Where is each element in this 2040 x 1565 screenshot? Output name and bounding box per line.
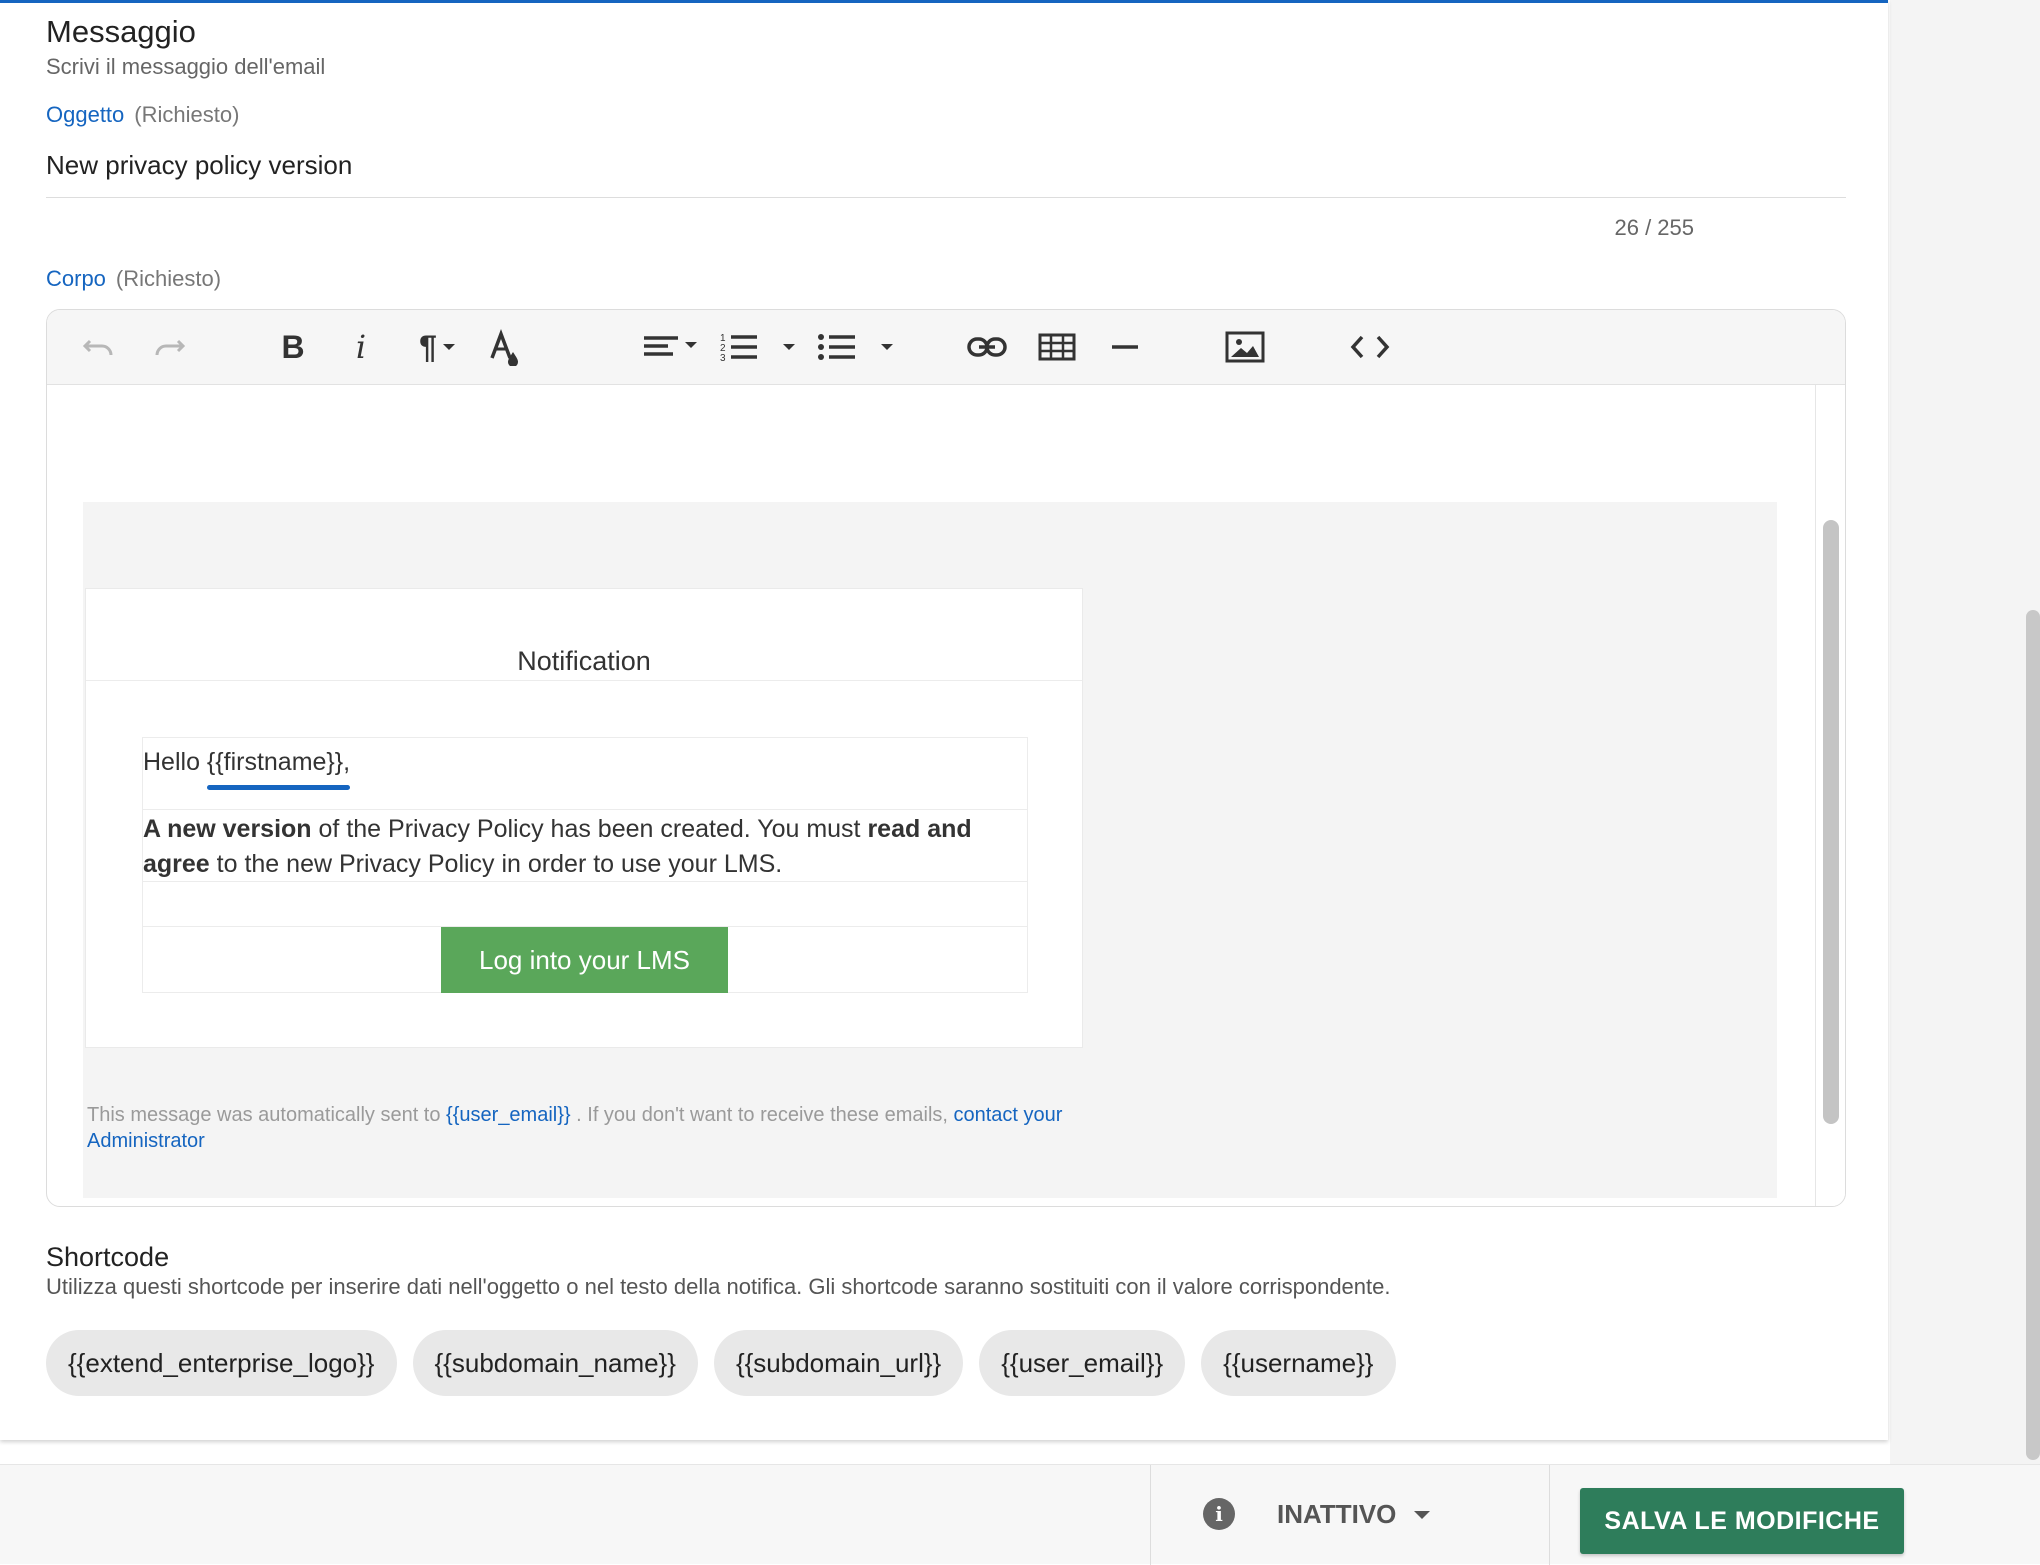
status-dropdown[interactable]: INATTIVO: [1277, 1499, 1396, 1530]
bold-icon[interactable]: B: [275, 324, 311, 370]
subject-char-counter: 26 / 255: [1614, 215, 1694, 240]
font-color-icon[interactable]: [483, 324, 523, 370]
action-bar: i INATTIVO SALVA LE MODIFICHE: [0, 1464, 2040, 1565]
editor-scrollbar[interactable]: [1823, 520, 1839, 1124]
align-icon[interactable]: [641, 324, 703, 370]
svg-text:3: 3: [720, 353, 726, 363]
redo-icon[interactable]: [149, 324, 189, 370]
message-paragraph[interactable]: A new version of the Privacy Policy has …: [143, 812, 1023, 882]
user-email-placeholder: {{user_email}}: [446, 1104, 571, 1126]
page-scrollbar[interactable]: [2026, 610, 2040, 1460]
footer-middle: . If you don't want to receive these ema…: [570, 1104, 954, 1126]
ordered-list-icon[interactable]: 123: [719, 324, 803, 370]
email-body-table: Hello {{firstname}}, A new version of th…: [142, 737, 1028, 993]
undo-icon[interactable]: [79, 324, 119, 370]
subject-required: (Richiesto): [134, 102, 240, 127]
info-icon[interactable]: i: [1203, 1498, 1235, 1530]
email-header: Notification: [517, 646, 651, 676]
shortcode-chip-subdomain-name[interactable]: {{subdomain_name}}: [412, 1330, 698, 1396]
code-view-icon[interactable]: [1347, 324, 1393, 370]
message-card: Messaggio Scrivi il messaggio dell'email…: [0, 0, 1888, 1440]
paragraph-icon[interactable]: ¶: [409, 324, 467, 370]
chevron-down-icon[interactable]: [1414, 1511, 1430, 1519]
subject-label-text: Oggetto: [46, 102, 125, 127]
shortcode-chip-user-email[interactable]: {{user_email}}: [979, 1330, 1186, 1396]
subject-input[interactable]: New privacy policy version: [46, 150, 352, 181]
editor-toolbar: B i ¶ 123: [47, 310, 1845, 385]
unordered-list-icon[interactable]: [817, 324, 901, 370]
table-icon[interactable]: [1035, 324, 1079, 370]
footer-prefix: This message was automatically sent to: [87, 1104, 447, 1126]
shortcode-chip-username[interactable]: {{username}}: [1201, 1330, 1396, 1396]
login-button[interactable]: Log into your LMS: [441, 927, 728, 993]
email-header-divider: [86, 680, 1082, 681]
shortcode-chip-extend-enterprise-logo[interactable]: {{extend_enterprise_logo}}: [46, 1330, 397, 1396]
body-label-text: Corpo: [46, 266, 106, 291]
greeting-prefix: Hello: [143, 748, 207, 776]
subject-label: Oggetto (Richiesto): [46, 102, 239, 128]
shortcode-description: Utilizza questi shortcode per inserire d…: [46, 1274, 1391, 1299]
paragraph-glyph: ¶: [419, 328, 437, 365]
shortcode-title: Shortcode: [46, 1242, 170, 1272]
status-section: i INATTIVO: [1150, 1465, 1550, 1565]
email-content-box: Notification Hello {{firstname}}, A new …: [85, 588, 1083, 1048]
body-label: Corpo (Richiesto): [46, 266, 221, 292]
para-text-2: to the new Privacy Policy in order to us…: [209, 850, 783, 878]
link-icon[interactable]: [965, 324, 1009, 370]
save-button[interactable]: SALVA LE MODIFICHE: [1580, 1488, 1904, 1554]
horizontal-rule-icon[interactable]: [1107, 324, 1143, 370]
shortcode-chip-subdomain-url[interactable]: {{subdomain_url}}: [713, 1330, 964, 1396]
greeting-row: Hello {{firstname}},: [143, 738, 1027, 810]
image-icon[interactable]: [1223, 324, 1267, 370]
subject-underline: [46, 197, 1846, 198]
spacer-row: [143, 882, 1027, 927]
email-preview: Notification Hello {{firstname}}, A new …: [83, 502, 1777, 1198]
shortcode-chips: {{extend_enterprise_logo}} {{subdomain_n…: [46, 1330, 1396, 1396]
body-required: (Richiesto): [115, 266, 222, 291]
top-accent-line: [0, 0, 1888, 3]
para-bold-1: A new version: [143, 815, 312, 843]
section-title: Messaggio: [46, 14, 196, 49]
firstname-placeholder: {{firstname}},: [206, 748, 351, 776]
section-subtitle: Scrivi il messaggio dell'email: [46, 54, 326, 79]
para-text-1: of the Privacy Policy has been created. …: [311, 815, 868, 843]
rich-text-editor: B i ¶ 123 Notification Hello {{firstname…: [46, 309, 1846, 1207]
message-row: A new version of the Privacy Policy has …: [143, 810, 1027, 882]
email-footer: This message was automatically sent to {…: [87, 1102, 1087, 1154]
greeting[interactable]: Hello {{firstname}},: [143, 748, 350, 777]
page-side-background: [1890, 0, 2040, 1464]
italic-icon[interactable]: i: [343, 324, 379, 370]
